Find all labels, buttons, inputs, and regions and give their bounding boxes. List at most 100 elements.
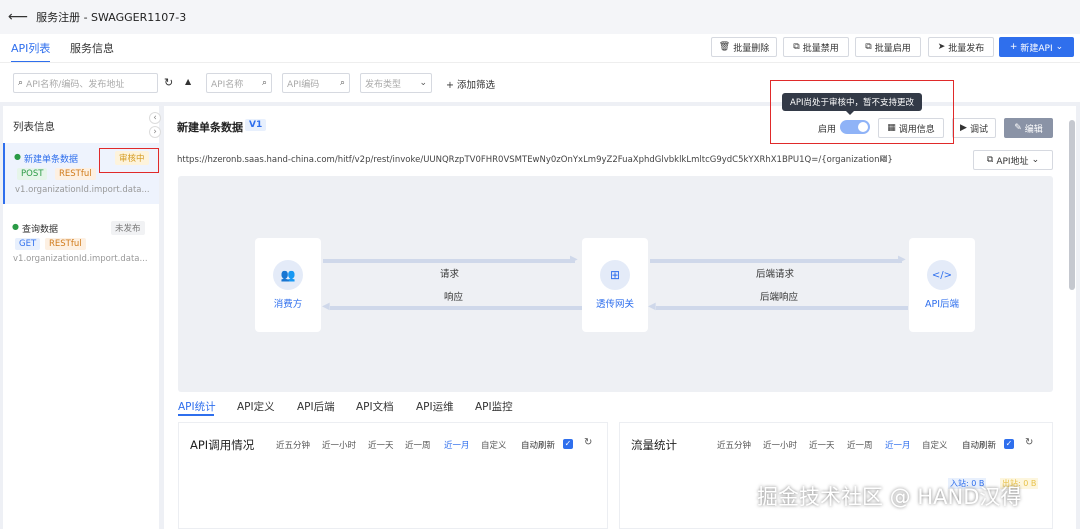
users-icon: 👥 [273,260,303,290]
range-1m[interactable]: 近一月 [444,439,470,451]
request-arrow [323,259,575,263]
plus-icon: + [446,80,457,91]
refresh-icon[interactable]: ↻ [164,76,173,89]
copy-icon: ⧉ [793,42,800,52]
backend-response-label: 后端响应 [760,292,799,303]
new-api-button[interactable]: + 新建API ⌄ [999,37,1074,57]
tab-api-stats[interactable]: API统计 [178,399,216,414]
debug-button[interactable]: ▶ 调试 [952,118,996,138]
sidebar-title: 列表信息 [13,121,55,133]
response-label: 响应 [444,292,464,303]
range-1m[interactable]: 近一月 [885,439,911,451]
highlight-box [99,148,159,173]
status-dot: ● [14,152,21,161]
panel-title: 流量统计 [631,438,677,452]
arrow-right-icon: ▶ [898,254,906,265]
caret-up-icon[interactable]: ▲ [185,77,191,86]
tab-api-backend[interactable]: API后端 [297,399,335,414]
backend-response-arrow [656,306,908,310]
api-code-filter[interactable]: API编码 ⌕ [282,73,350,93]
range-5min[interactable]: 近五分钟 [276,439,310,451]
range-1w[interactable]: 近一周 [847,439,873,451]
search-input[interactable]: ⌕ API名称/编码、发布地址 [13,73,158,93]
refresh-icon[interactable]: ↻ [584,437,592,448]
watermark: 掘金技术社区 @ HAND汉得 [757,485,1022,509]
method-badge: POST [17,168,48,180]
list-item-name: 新建单条数据 [24,155,79,165]
gateway-node: ⊞ 透传网关 [582,238,648,332]
range-1d[interactable]: 近一天 [368,439,394,451]
copy-icon[interactable]: ⧉ [880,154,886,164]
range-custom[interactable]: 自定义 [481,439,507,451]
status-badge: 未发布 [111,221,145,235]
range-custom[interactable]: 自定义 [922,439,948,451]
highlight-box [770,80,954,144]
api-address-select[interactable]: ⧉ API地址 ⌄ [973,150,1053,170]
panel-title: API调用情况 [190,438,255,452]
active-tab-indicator [178,414,214,416]
tab-api-list[interactable]: API列表 [11,40,51,63]
tab-api-ops[interactable]: API运维 [416,399,454,414]
method-badge: GET [15,238,41,250]
auto-refresh-label: 自动刷新 [521,441,556,451]
tab-api-monitor[interactable]: API监控 [475,399,513,414]
flow-diagram: 👥 消费方 ⊞ 透传网关 </> API后端 ▶ ◀ ▶ ◀ 请求 响应 后端请… [178,176,1053,392]
edit-icon: ✎ [1014,123,1022,133]
arrow-left-icon: ◀ [322,301,330,312]
backend-request-arrow [650,259,902,263]
backend-request-label: 后端请求 [756,269,795,280]
top-bar: ⟵ 服务注册 - SWAGGER1107-3 [0,0,1080,34]
chevron-down-icon: ⌄ [1055,42,1064,52]
tab-api-docs[interactable]: API文档 [356,399,394,414]
add-filter-button[interactable]: + 添加筛选 [446,77,495,91]
scrollbar[interactable] [1069,120,1075,290]
api-name-filter[interactable]: API名称 ⌕ [206,73,272,93]
trash-icon: 🗑 [718,42,731,52]
consumer-node: 👥 消费方 [255,238,321,332]
refresh-icon[interactable]: ↻ [1025,437,1033,448]
auto-refresh-checkbox[interactable]: ✓ [563,439,573,449]
copy-icon: ⧉ [986,155,994,165]
chevron-right-icon[interactable]: › [149,126,161,138]
arrow-left-icon[interactable]: ⟵ [8,9,28,25]
copy-icon: ⧉ [865,42,872,52]
range-1h[interactable]: 近一小时 [322,439,356,451]
api-title: 新建单条数据 [177,121,243,134]
auto-refresh-label: 自动刷新 [962,441,997,451]
batch-disable-button[interactable]: ⧉ 批量禁用 [783,37,849,57]
search-icon: ⌕ [339,78,345,88]
chevron-left-icon[interactable]: ‹ [149,112,161,124]
search-icon: ⌕ [18,78,24,88]
api-list-sidebar: 列表信息 ‹ › ● 新建单条数据 审核中 POST RESTful v1.or… [3,106,161,529]
edit-button[interactable]: ✎ 编辑 [1004,118,1053,138]
chevron-down-icon: ⌄ [419,78,427,88]
plus-icon: + [1009,42,1018,52]
page-title: 服务注册 - SWAGGER1107-3 [36,11,187,24]
tab-bar: API列表 服务信息 🗑 批量删除 ⧉ 批量禁用 ⧉ 批量启用 ➤ 批量发布 + 新建AP… [0,34,1080,63]
range-1h[interactable]: 近一小时 [763,439,797,451]
list-item-path: v1.organizationId.import.data... [15,185,150,195]
list-item-path: v1.organizationId.import.data... [13,254,148,264]
status-dot: ● [12,222,19,231]
search-icon: ⌕ [261,78,267,88]
version-badge: V1 [245,119,267,131]
tab-api-definition[interactable]: API定义 [237,399,275,414]
range-5min[interactable]: 近五分钟 [717,439,751,451]
chevron-down-icon: ⌄ [1031,155,1040,165]
list-item-name: 查询数据 [22,225,59,235]
arrow-left-icon: ◀ [648,301,656,312]
batch-delete-button[interactable]: 🗑 批量删除 [711,37,777,57]
range-1d[interactable]: 近一天 [809,439,835,451]
list-item[interactable]: ● 查询数据 未发布 GET RESTful v1.organizationId… [3,213,159,273]
type-badge: RESTful [55,168,96,180]
request-label: 请求 [440,269,460,280]
batch-publish-button[interactable]: ➤ 批量发布 [928,37,994,57]
range-1w[interactable]: 近一周 [405,439,431,451]
send-icon: ➤ [937,42,946,52]
publish-type-select[interactable]: 发布类型 ⌄ [360,73,432,93]
tab-service-info[interactable]: 服务信息 [70,40,114,56]
backend-node: </> API后端 [909,238,975,332]
response-arrow [330,306,582,310]
batch-enable-button[interactable]: ⧉ 批量启用 [855,37,921,57]
auto-refresh-checkbox[interactable]: ✓ [1004,439,1014,449]
